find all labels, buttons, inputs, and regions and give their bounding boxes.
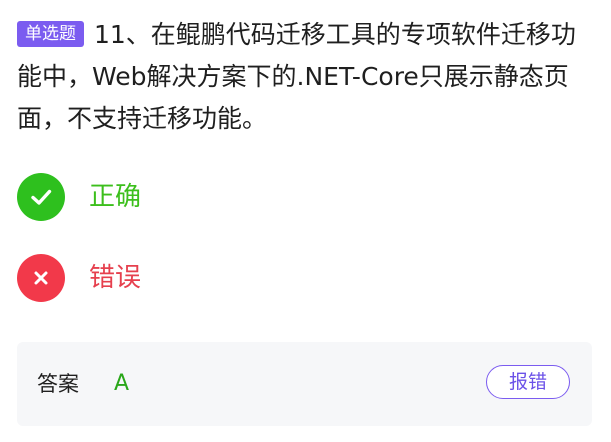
check-icon: [17, 173, 65, 221]
answer-panel: 答案 A 报错: [17, 342, 592, 426]
report-error-button[interactable]: 报错: [486, 365, 570, 399]
option-false-label: 错误: [89, 263, 142, 293]
question-text: 11、在鲲鹏代码迁移工具的专项软件迁移功能中，Web解决方案下的.NET-Cor…: [17, 20, 576, 133]
question-type-badge: 单选题: [17, 21, 84, 47]
answer-options: 正确 错误: [17, 171, 587, 333]
answer-label: 答案: [37, 372, 79, 396]
answer-value: A: [114, 371, 130, 396]
option-false[interactable]: 错误: [17, 252, 587, 304]
question-text-block: 单选题 11、在鲲鹏代码迁移工具的专项软件迁移功能中，Web解决方案下的.NET-…: [17, 14, 587, 140]
option-true[interactable]: 正确: [17, 171, 587, 223]
option-true-label: 正确: [89, 182, 142, 212]
close-icon: [17, 254, 65, 302]
